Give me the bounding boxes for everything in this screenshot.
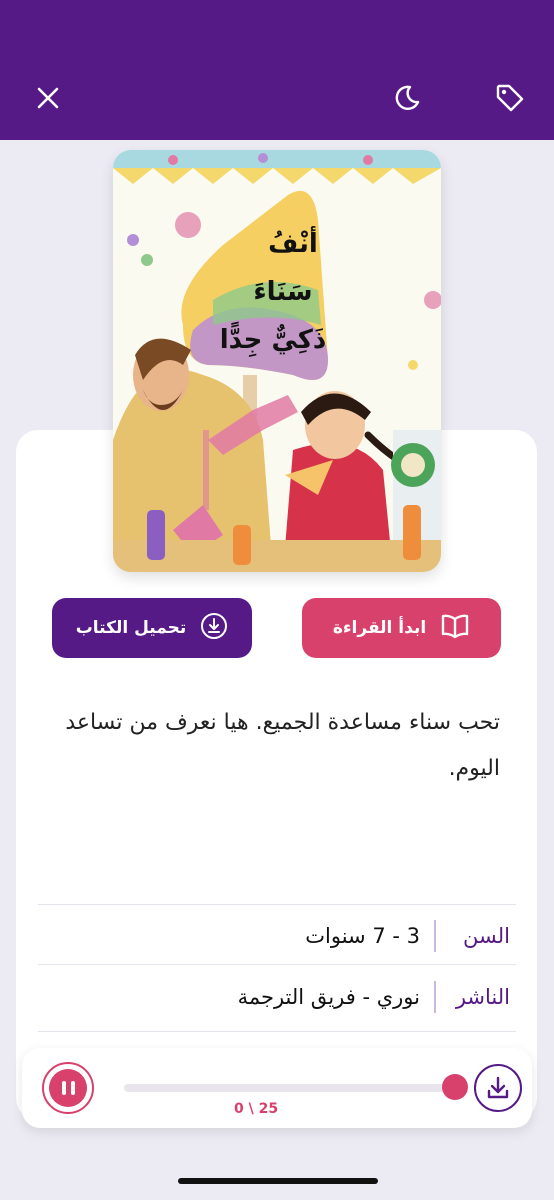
page-counter: 0 \ 25 [234, 1101, 279, 1117]
top-bar [0, 0, 554, 140]
start-reading-label: ابدأ القراءة [332, 618, 427, 638]
separator [434, 981, 436, 1013]
age-value: 3 - 7 سنوات [305, 924, 420, 948]
download-book-button[interactable]: تحميل الكتاب [52, 598, 252, 658]
publisher-value: نوري - فريق الترجمة [237, 985, 420, 1009]
cover-title-line-1: أنْفُ [268, 226, 318, 259]
publisher-label: الناشر [455, 985, 510, 1009]
audio-progress-thumb[interactable] [442, 1074, 468, 1100]
book-cover-image[interactable]: أنْفُ سَنَاءَ ذَكِيٌّ جِدًّا [113, 150, 441, 572]
download-circle-icon [200, 612, 228, 645]
open-book-icon [440, 613, 470, 644]
download-audio-button[interactable] [474, 1064, 522, 1112]
divider [38, 1031, 516, 1032]
download-icon [487, 1076, 509, 1099]
cover-title-line-3: ذَكِيٌّ جِدًّا [220, 321, 327, 358]
age-label: السن [463, 924, 510, 948]
publisher-row: الناشر نوري - فريق الترجمة [40, 967, 510, 1027]
cover-title-line-2: سَنَاءَ [253, 277, 312, 307]
audio-progress-track[interactable] [124, 1084, 460, 1092]
tag-icon[interactable] [492, 80, 528, 116]
pause-button[interactable] [42, 1062, 94, 1114]
moon-icon[interactable] [388, 80, 424, 116]
download-book-label: تحميل الكتاب [75, 618, 187, 638]
home-indicator [178, 1178, 378, 1184]
start-reading-button[interactable]: ابدأ القراءة [302, 598, 501, 658]
divider [38, 964, 516, 965]
divider [38, 904, 516, 905]
close-icon[interactable] [30, 80, 66, 116]
book-description: تحب سناء مساعدة الجميع. هيا نعرف من تساع… [65, 710, 500, 781]
age-row: السن 3 - 7 سنوات [40, 906, 510, 966]
pause-icon [49, 1069, 87, 1107]
separator [434, 920, 436, 952]
